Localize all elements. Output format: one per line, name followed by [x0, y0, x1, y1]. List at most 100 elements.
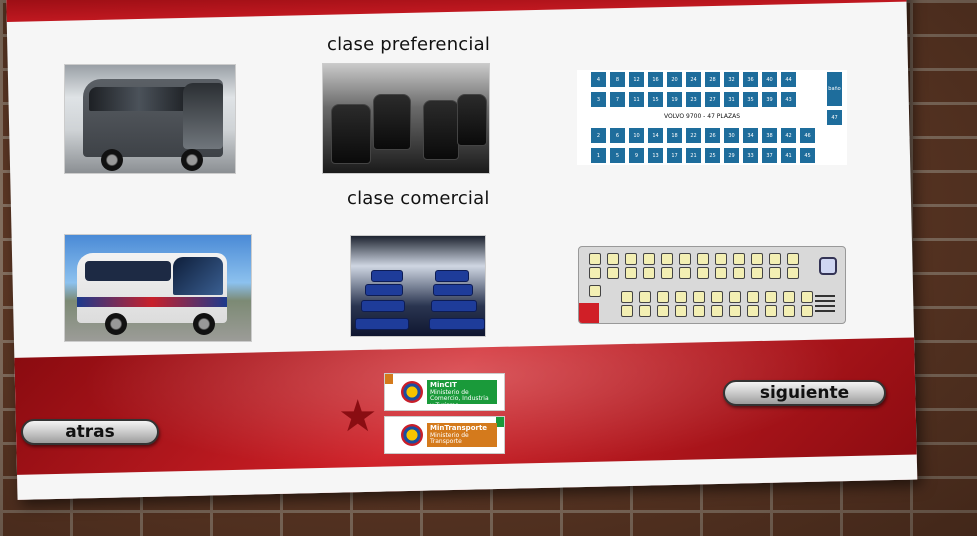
seat-19: 19 [667, 92, 682, 107]
seat-47: 47 [827, 110, 842, 125]
layout-seat [657, 305, 669, 317]
seat-40: 40 [762, 72, 777, 87]
layout-seat [729, 291, 741, 303]
layout-seat [675, 305, 687, 317]
seat-38: 38 [762, 128, 777, 143]
layout-seat [715, 253, 727, 265]
layout-seat [639, 291, 651, 303]
seat-42: 42 [781, 128, 796, 143]
seat-4: 4 [591, 72, 606, 87]
seat-32: 32 [724, 72, 739, 87]
layout-seat [765, 305, 777, 317]
layout-seat [787, 267, 799, 279]
seat-43: 43 [781, 92, 796, 107]
bus-photo-white [64, 234, 252, 342]
seat-30: 30 [724, 128, 739, 143]
mintransporte-logo: MinTransporte Ministerio de Transporte [384, 416, 505, 454]
driver-seat-icon [819, 257, 837, 275]
layout-seat [661, 253, 673, 265]
mincit-logo: MinCIT Ministerio de Comercio, Industria … [384, 373, 505, 411]
seat-41: 41 [781, 148, 796, 163]
seat-6: 6 [610, 128, 625, 143]
layout-seat [621, 305, 633, 317]
seat-26: 26 [705, 128, 720, 143]
seat-37: 37 [762, 148, 777, 163]
layout-seat [801, 291, 813, 303]
seat-9: 9 [629, 148, 644, 163]
layout-seat [711, 305, 723, 317]
layout-seat [607, 267, 619, 279]
layout-seat [657, 291, 669, 303]
interior-photo-preferencial [322, 63, 490, 174]
mintransporte-subtitle: Ministerio de Transporte [430, 431, 469, 446]
caption-comercial: clase comercial [347, 188, 490, 209]
layout-seat [625, 267, 637, 279]
seat-27: 27 [705, 92, 720, 107]
seat-map-volvo: 4 8 12 16 20 24 28 32 36 40 44 3 7 11 15 19 23 27 31 35 39 43… [577, 70, 847, 165]
seat-12: 12 [629, 72, 644, 87]
seat-23: 23 [686, 92, 701, 107]
layout-seat [675, 291, 687, 303]
stairs-marker [815, 295, 835, 315]
layout-seat [693, 305, 705, 317]
bus-photo-grey [64, 64, 236, 174]
seat-3: 3 [591, 92, 606, 107]
layout-seat [751, 253, 763, 265]
bus-model-label: VOLVO 9700 - 47 PLAZAS [663, 113, 741, 120]
layout-seat [589, 285, 601, 297]
layout-seat [769, 267, 781, 279]
seat-17: 17 [667, 148, 682, 163]
interior-photo-comercial [350, 235, 486, 337]
seat-15: 15 [648, 92, 663, 107]
seat-11: 11 [629, 92, 644, 107]
colombia-crest-icon [401, 424, 423, 446]
layout-seat [787, 253, 799, 265]
seat-33: 33 [743, 148, 758, 163]
layout-seat [783, 291, 795, 303]
layout-seat [625, 253, 637, 265]
layout-seat [639, 305, 651, 317]
seat-13: 13 [648, 148, 663, 163]
layout-seat [715, 267, 727, 279]
layout-seat [769, 253, 781, 265]
colombia-crest-icon [401, 381, 423, 403]
seat-20: 20 [667, 72, 682, 87]
layout-seat [607, 253, 619, 265]
seat-29: 29 [724, 148, 739, 163]
seat-31: 31 [724, 92, 739, 107]
layout-seat [679, 253, 691, 265]
layout-seat [729, 305, 741, 317]
seat-35: 35 [743, 92, 758, 107]
layout-seat [765, 291, 777, 303]
seat-28: 28 [705, 72, 720, 87]
slide-content: clase preferencial clase comercial 4 8 12 1… [0, 0, 977, 536]
caption-preferencial: clase preferencial [327, 34, 491, 55]
layout-seat [733, 267, 745, 279]
seat-16: 16 [648, 72, 663, 87]
seat-1: 1 [591, 148, 606, 163]
layout-seat [661, 267, 673, 279]
layout-seat [733, 253, 745, 265]
star-icon: ★ [338, 391, 378, 442]
layout-seat [697, 253, 709, 265]
layout-seat [679, 267, 691, 279]
seat-21: 21 [686, 148, 701, 163]
layout-seat [621, 291, 633, 303]
door-marker [579, 303, 599, 323]
layout-seat [589, 267, 601, 279]
layout-seat [747, 291, 759, 303]
seat-14: 14 [648, 128, 663, 143]
layout-seat [697, 267, 709, 279]
seat-10: 10 [629, 128, 644, 143]
next-button[interactable]: siguiente [723, 380, 886, 406]
seat-7: 7 [610, 92, 625, 107]
seat-18: 18 [667, 128, 682, 143]
layout-seat [693, 291, 705, 303]
bathroom-label: baño [827, 72, 842, 106]
seat-8: 8 [610, 72, 625, 87]
seat-34: 34 [743, 128, 758, 143]
layout-seat [643, 267, 655, 279]
back-button[interactable]: atras [21, 419, 159, 445]
layout-seat [711, 291, 723, 303]
seat-39: 39 [762, 92, 777, 107]
